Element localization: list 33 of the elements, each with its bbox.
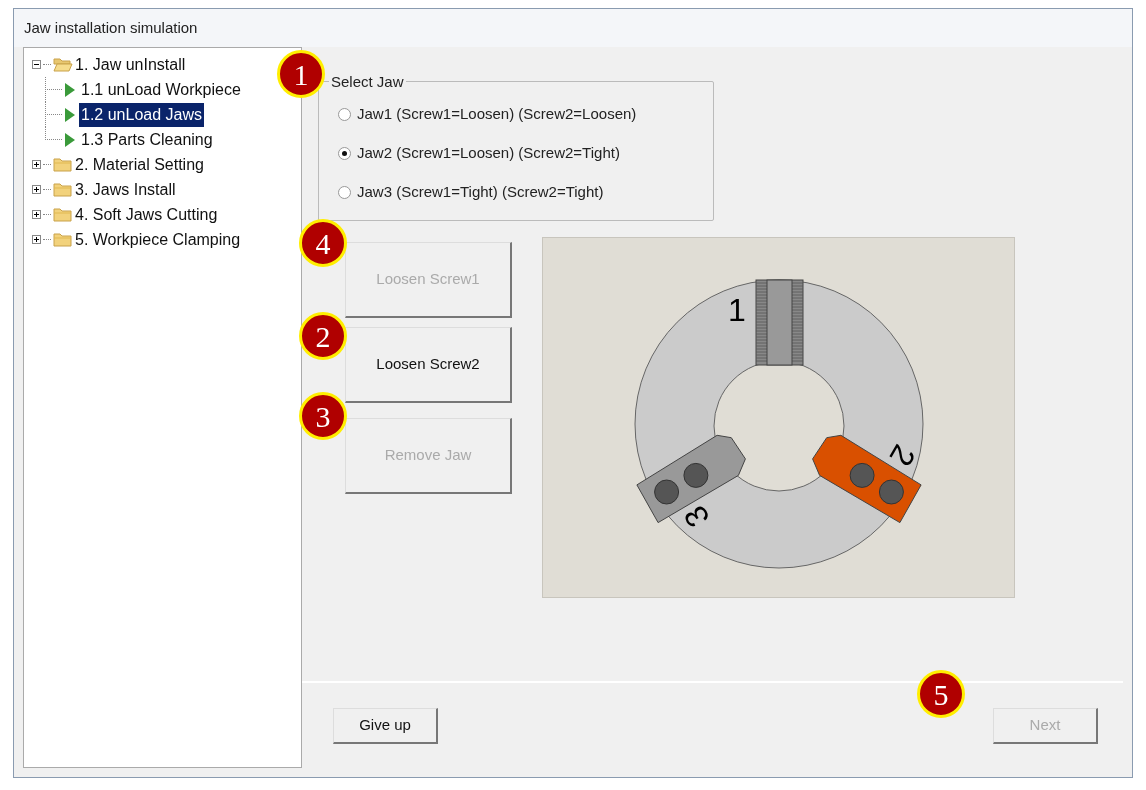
open-folder-icon [53,57,73,72]
tree-item[interactable]: 5. Workpiece Clamping [73,227,243,252]
radio-label: Jaw2 (Screw1=Loosen) (Screw2=Tight) [357,142,620,163]
jaw-number: 3 [676,499,717,534]
folder-icon [53,157,73,172]
play-icon [64,131,76,148]
folder-icon [53,182,73,197]
tree-item[interactable]: 1.2 unLoad Jaws [79,102,204,127]
action-button[interactable]: Loosen Screw2 [345,327,512,403]
play-icon [64,81,76,98]
tree-item[interactable]: 1.3 Parts Cleaning [79,127,215,152]
window-title: Jaw installation simulation [24,17,198,38]
tree-item[interactable]: 1. Jaw unInstall [73,52,188,77]
expand-toggle-icon[interactable] [32,185,41,194]
radio-label: Jaw3 (Screw1=Tight) (Screw2=Tight) [357,181,604,202]
radio-button[interactable] [338,185,351,199]
folder-icon [53,207,73,222]
jaw-number: 1 [728,292,746,328]
tree-item[interactable]: 1.1 unLoad Workpiece [79,77,243,102]
collapse-toggle-icon[interactable] [32,60,41,69]
radio-button[interactable] [338,107,351,121]
tree-item[interactable]: 3. Jaws Install [73,177,178,202]
footer-button[interactable]: Give up [333,707,438,744]
tree-item[interactable]: 4. Soft Jaws Cutting [73,202,220,227]
expand-toggle-icon[interactable] [32,235,41,244]
play-icon [64,106,76,123]
jaw-number: 2 [882,438,923,473]
radio-label: Jaw1 (Screw1=Loosen) (Screw2=Loosen) [357,103,637,124]
folder-icon [53,232,73,247]
tree-item[interactable]: 2. Material Setting [73,152,206,177]
expand-toggle-icon[interactable] [32,160,41,169]
radio-button[interactable] [338,146,351,160]
expand-toggle-icon[interactable] [32,210,41,219]
